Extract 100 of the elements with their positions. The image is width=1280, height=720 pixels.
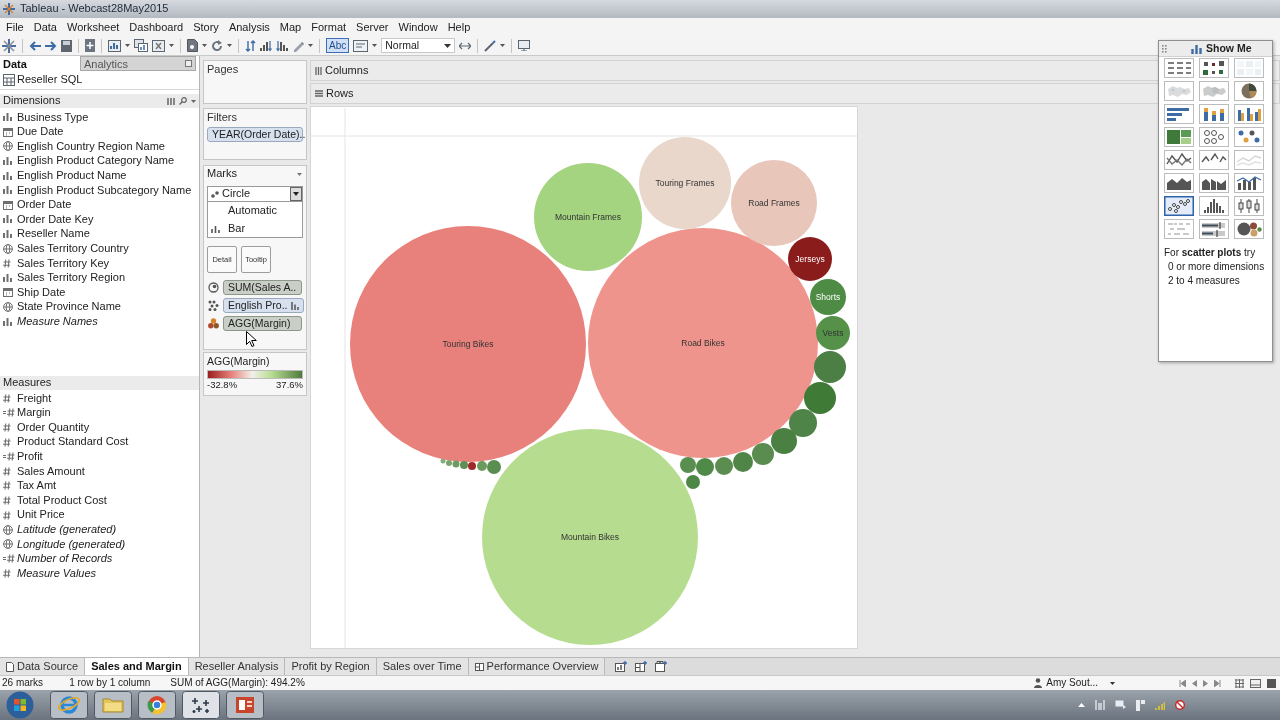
field-pill[interactable]: AGG(Margin) bbox=[223, 316, 302, 331]
filmstrip-icon[interactable] bbox=[1250, 678, 1261, 688]
start-orb-icon[interactable] bbox=[6, 691, 34, 719]
caret-icon[interactable] bbox=[500, 44, 506, 47]
bullet-graph-icon[interactable] bbox=[1199, 219, 1229, 239]
mark-labels-toggle[interactable]: Abc bbox=[326, 38, 350, 53]
search-icon[interactable] bbox=[179, 97, 187, 105]
line-chart-icon[interactable] bbox=[1164, 150, 1194, 170]
save-icon[interactable] bbox=[61, 39, 72, 52]
scatter-plot-icon[interactable] bbox=[1164, 196, 1194, 216]
field-pill[interactable]: SUM(Sales A.. bbox=[223, 280, 302, 295]
mark-type-option[interactable]: Bar bbox=[208, 220, 302, 237]
caret-icon[interactable] bbox=[125, 44, 130, 47]
pane-tab[interactable]: Analytics bbox=[80, 56, 196, 71]
plus-tile-icon[interactable] bbox=[85, 39, 95, 52]
ring-with-orbit-icon[interactable] bbox=[50, 691, 88, 719]
previous-page-icon[interactable] bbox=[1192, 679, 1197, 687]
field-name[interactable]: Reseller Name bbox=[17, 227, 90, 241]
sort-icon[interactable] bbox=[290, 301, 299, 310]
menu-item[interactable]: Story bbox=[188, 18, 224, 36]
new-story-icon[interactable] bbox=[655, 661, 668, 672]
dot-cluster-icon[interactable] bbox=[208, 300, 219, 311]
blocks-icon[interactable] bbox=[1136, 699, 1145, 711]
side-by-side-circles-icon[interactable] bbox=[1234, 127, 1264, 147]
treemap-icon[interactable] bbox=[1164, 127, 1194, 147]
monitor-icon[interactable] bbox=[518, 40, 531, 51]
ring-dot-icon[interactable] bbox=[208, 282, 219, 293]
sheet-tab[interactable]: Data Source bbox=[0, 658, 86, 675]
caret-icon[interactable] bbox=[202, 44, 207, 47]
double-arrow-icon[interactable] bbox=[459, 41, 472, 50]
field-name[interactable]: Product Standard Cost bbox=[17, 435, 129, 449]
caret-icon[interactable] bbox=[1110, 681, 1115, 685]
menu-item[interactable]: Window bbox=[393, 18, 443, 36]
folder-icon[interactable] bbox=[94, 691, 132, 719]
last-page-icon[interactable] bbox=[1214, 679, 1221, 687]
no-entry-icon[interactable] bbox=[1175, 700, 1185, 710]
field-name[interactable]: Order Quantity bbox=[17, 420, 90, 435]
vertical-bars-icon[interactable] bbox=[167, 97, 175, 105]
discrete-area-chart-icon[interactable] bbox=[1199, 173, 1229, 193]
heat-map-icon[interactable] bbox=[1199, 58, 1229, 78]
packed-bubbles-icon[interactable] bbox=[1234, 219, 1264, 239]
box-plot-icon[interactable] bbox=[1234, 196, 1264, 216]
clear-sheet-icon[interactable] bbox=[152, 39, 165, 52]
slide-tile-icon[interactable] bbox=[226, 691, 264, 719]
field-name[interactable]: English Product Subcategory Name bbox=[17, 183, 192, 197]
caret-icon[interactable] bbox=[169, 44, 174, 47]
grip-icon[interactable] bbox=[1162, 44, 1167, 53]
text-table-icon[interactable] bbox=[1164, 58, 1194, 78]
sheet-tab[interactable]: Reseller Analysis bbox=[188, 658, 286, 675]
forward-icon[interactable] bbox=[45, 40, 57, 51]
sort-descending-icon[interactable] bbox=[276, 39, 288, 52]
asterisk-icon[interactable] bbox=[2, 38, 16, 53]
discrete-line-chart-icon[interactable] bbox=[1199, 150, 1229, 170]
three-circles-icon[interactable] bbox=[208, 318, 219, 329]
duplicate-sheet-icon[interactable] bbox=[134, 39, 148, 52]
area-chart-icon[interactable] bbox=[1164, 173, 1194, 193]
dual-combination-icon[interactable] bbox=[1234, 173, 1264, 193]
field-name[interactable]: State Province Name bbox=[17, 300, 121, 314]
field-name[interactable]: English Product Name bbox=[17, 169, 127, 183]
swap-icon[interactable] bbox=[245, 39, 256, 52]
menu-item[interactable]: Format bbox=[306, 18, 352, 36]
sheet-tab[interactable]: Sales over Time bbox=[376, 658, 469, 675]
menu-item[interactable]: Map bbox=[274, 18, 307, 36]
field-name[interactable]: Ship Date bbox=[17, 285, 66, 299]
square-icon[interactable] bbox=[185, 60, 192, 67]
field-name[interactable]: Order Date bbox=[17, 198, 72, 212]
data-source-name[interactable]: Reseller SQL bbox=[17, 73, 83, 87]
sort-ascending-icon[interactable] bbox=[260, 39, 272, 52]
menu-item[interactable]: Data bbox=[28, 18, 62, 36]
field-name[interactable]: Number of Records bbox=[17, 552, 113, 566]
sheet-tab[interactable]: Sales and Margin bbox=[85, 658, 189, 675]
grid-view-icon[interactable] bbox=[1235, 678, 1244, 688]
menu-item[interactable]: Dashboard bbox=[124, 18, 189, 36]
fit-dropdown[interactable]: Normal bbox=[381, 38, 456, 53]
page-icon[interactable] bbox=[187, 39, 198, 52]
field-name[interactable]: Sales Territory Country bbox=[17, 242, 129, 256]
field-name[interactable]: Sales Territory Key bbox=[17, 256, 110, 270]
filter-pill[interactable]: YEAR(Order Date).. bbox=[207, 127, 303, 142]
back-icon[interactable] bbox=[29, 40, 41, 51]
circle-view-icon[interactable] bbox=[1199, 127, 1229, 147]
field-name[interactable]: Profit bbox=[17, 450, 43, 464]
dropdown-arrow-icon[interactable] bbox=[444, 43, 452, 48]
first-page-icon[interactable] bbox=[1179, 679, 1186, 687]
menu-item[interactable]: Server bbox=[351, 18, 394, 36]
mark-type-option[interactable]: Automatic bbox=[208, 202, 302, 220]
menu-item[interactable]: Analysis bbox=[223, 18, 275, 36]
new-worksheet-icon[interactable] bbox=[615, 661, 628, 672]
field-name[interactable]: English Country Region Name bbox=[17, 139, 165, 154]
field-name[interactable]: Margin bbox=[17, 406, 51, 420]
field-name[interactable]: Sales Territory Region bbox=[17, 271, 125, 285]
mark-type-dropdown[interactable]: Circle bbox=[207, 186, 303, 202]
sheet-tab[interactable]: Performance Overview bbox=[468, 658, 606, 675]
field-name[interactable]: Latitude (generated) bbox=[17, 523, 117, 537]
wheel-icon[interactable] bbox=[138, 691, 176, 719]
field-name[interactable]: Tax Amt bbox=[17, 479, 57, 493]
horizontal-bar-chart-icon[interactable] bbox=[1164, 104, 1194, 124]
tray-expand-icon[interactable] bbox=[1078, 703, 1085, 707]
histogram-icon[interactable] bbox=[1199, 196, 1229, 216]
caret-icon[interactable] bbox=[372, 44, 378, 47]
new-sheet-icon[interactable] bbox=[108, 39, 121, 52]
